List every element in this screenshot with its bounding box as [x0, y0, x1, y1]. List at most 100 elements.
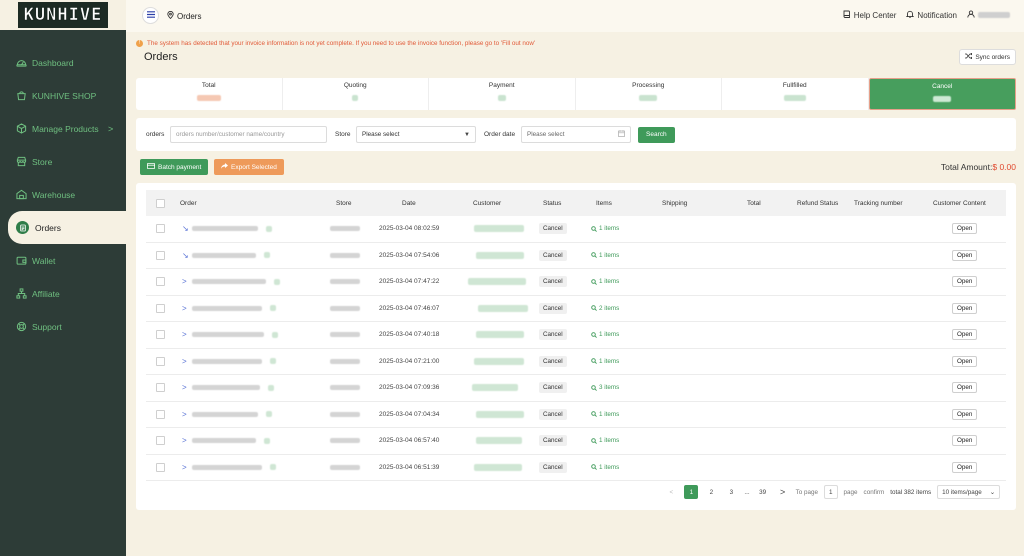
table-row[interactable]: > 2025-03-04 07:09:36 Cancel 3 items Ope…: [146, 375, 1006, 402]
expand-row-icon[interactable]: >: [182, 375, 187, 401]
sidebar-item-warehouse[interactable]: Warehouse: [0, 178, 126, 211]
page-jump-input[interactable]: 1: [824, 485, 838, 499]
open-content-button[interactable]: Open: [952, 329, 978, 341]
tab-fullfilled[interactable]: Fullfilled: [722, 78, 869, 110]
page-3-button[interactable]: 3: [724, 485, 738, 499]
open-content-button[interactable]: Open: [952, 223, 978, 235]
tab-processing[interactable]: Processing: [576, 78, 722, 110]
table-row[interactable]: > 2025-03-04 07:47:22 Cancel 1 items Ope…: [146, 269, 1006, 296]
expand-row-icon[interactable]: >: [182, 455, 187, 481]
select-all-checkbox[interactable]: [156, 198, 165, 208]
expand-row-icon[interactable]: >: [182, 349, 187, 375]
next-page-button[interactable]: >: [776, 485, 790, 499]
store-select[interactable]: Please select ▼: [356, 126, 476, 143]
items-link[interactable]: 1 items: [591, 278, 619, 285]
expand-row-icon[interactable]: >: [182, 428, 187, 454]
table-row[interactable]: > 2025-03-04 07:46:07 Cancel 2 items Ope…: [146, 296, 1006, 322]
open-content-button[interactable]: Open: [952, 249, 978, 261]
items-link[interactable]: 1 items: [591, 358, 619, 365]
tab-quoting[interactable]: Quoting: [283, 78, 429, 110]
items-link[interactable]: 1 items: [591, 411, 619, 418]
sidebar-item-orders[interactable]: Orders: [8, 211, 126, 244]
open-content-button[interactable]: Open: [952, 461, 978, 473]
table-row[interactable]: > 2025-03-04 07:04:34 Cancel 1 items Ope…: [146, 402, 1006, 428]
expand-row-icon[interactable]: ↘: [182, 216, 189, 242]
row-checkbox[interactable]: [156, 462, 165, 472]
order-number-redacted[interactable]: [192, 428, 270, 454]
tab-cancel[interactable]: Cancel: [868, 78, 1016, 110]
sidebar-item-store[interactable]: Store: [0, 145, 126, 178]
page-39-button[interactable]: 39: [756, 485, 770, 499]
tab-total[interactable]: Total: [136, 78, 283, 110]
confirm-button[interactable]: confirm: [864, 489, 885, 496]
open-content-button[interactable]: Open: [952, 382, 978, 394]
page-size-select[interactable]: 10 items/page ⌄: [937, 485, 1000, 499]
page-1-button[interactable]: 1: [684, 485, 699, 499]
table-row[interactable]: > 2025-03-04 06:57:40 Cancel 1 items Ope…: [146, 428, 1006, 455]
export-selected-button[interactable]: Export Selected: [214, 159, 284, 175]
notification-link[interactable]: Notification: [906, 10, 957, 20]
items-link[interactable]: 1 items: [591, 252, 619, 259]
order-number-redacted[interactable]: [192, 216, 272, 242]
open-content-button[interactable]: Open: [952, 408, 978, 420]
row-checkbox[interactable]: [156, 409, 165, 419]
sync-orders-button[interactable]: Sync orders: [959, 49, 1016, 65]
items-link[interactable]: 1 items: [591, 437, 619, 444]
open-content-button[interactable]: Open: [952, 302, 978, 314]
order-number-redacted[interactable]: [192, 322, 278, 348]
order-number-redacted[interactable]: [192, 375, 274, 401]
expand-row-icon[interactable]: >: [182, 402, 187, 428]
orders-filter-label: orders: [146, 131, 165, 138]
expand-row-icon[interactable]: >: [182, 269, 187, 295]
page-2-button[interactable]: 2: [704, 485, 718, 499]
order-number-redacted[interactable]: [192, 455, 276, 481]
table-row[interactable]: ↘ 2025-03-04 07:54:06 Cancel 1 items Ope…: [146, 243, 1006, 269]
row-checkbox[interactable]: [156, 303, 165, 313]
row-checkbox[interactable]: [156, 383, 165, 393]
order-date-label: Order date: [484, 131, 516, 138]
prev-page-button[interactable]: <: [664, 485, 678, 499]
table-row[interactable]: > 2025-03-04 07:40:18 Cancel 1 items Ope…: [146, 322, 1006, 349]
sidebar-item-affiliate[interactable]: Affiliate: [0, 277, 126, 310]
row-checkbox[interactable]: [156, 224, 165, 234]
open-content-button[interactable]: Open: [952, 435, 978, 447]
items-link[interactable]: 1 items: [591, 331, 619, 338]
row-checkbox[interactable]: [156, 330, 165, 340]
table-row[interactable]: ↘ 2025-03-04 08:02:59 Cancel 1 items Ope…: [146, 216, 1006, 243]
open-content-button[interactable]: Open: [952, 276, 978, 288]
expand-row-icon[interactable]: >: [182, 296, 187, 322]
row-checkbox[interactable]: [156, 277, 165, 287]
items-link[interactable]: 1 items: [591, 225, 619, 232]
order-number-redacted[interactable]: [192, 243, 270, 269]
batch-payment-button[interactable]: Batch payment: [140, 159, 209, 175]
orders-search-input[interactable]: orders number/customer name/country: [170, 126, 327, 143]
row-checkbox[interactable]: [156, 250, 165, 260]
order-number-redacted[interactable]: [192, 296, 276, 322]
items-link[interactable]: 1 items: [591, 464, 619, 471]
sidebar-item-kunhive-shop[interactable]: KUNHIVE SHOP: [0, 79, 126, 112]
search-button[interactable]: Search: [638, 126, 675, 143]
sidebar-item-wallet[interactable]: Wallet: [0, 244, 126, 277]
expand-row-icon[interactable]: >: [182, 322, 187, 348]
table-row[interactable]: > 2025-03-04 06:51:39 Cancel 1 items Ope…: [146, 455, 1006, 481]
kunhive-logo[interactable]: KUNHIVE: [17, 2, 109, 28]
items-link[interactable]: 3 items: [591, 384, 619, 391]
order-number-redacted[interactable]: [192, 269, 280, 295]
tab-payment[interactable]: Payment: [429, 78, 576, 110]
order-number-redacted[interactable]: [192, 402, 272, 428]
sidebar-item-manage-products[interactable]: Manage Products >: [0, 112, 126, 145]
row-checkbox[interactable]: [156, 356, 165, 366]
items-link[interactable]: 2 items: [591, 305, 619, 312]
table-row[interactable]: > 2025-03-04 07:21:00 Cancel 1 items Ope…: [146, 349, 1006, 375]
expand-row-icon[interactable]: ↘: [182, 243, 189, 269]
order-number-redacted[interactable]: [192, 349, 276, 375]
sidebar-item-support[interactable]: Support: [0, 310, 126, 343]
menu-toggle-button[interactable]: [142, 7, 159, 24]
sidebar-item-dashboard[interactable]: Dashboard: [0, 46, 126, 79]
order-date-picker[interactable]: Please select: [521, 126, 631, 143]
help-center-link[interactable]: Help Center: [843, 10, 896, 20]
open-content-button[interactable]: Open: [952, 355, 978, 367]
row-checkbox[interactable]: [156, 436, 165, 446]
invoice-warning-text[interactable]: The system has detected that your invoic…: [147, 40, 535, 47]
user-menu[interactable]: [967, 10, 1010, 20]
